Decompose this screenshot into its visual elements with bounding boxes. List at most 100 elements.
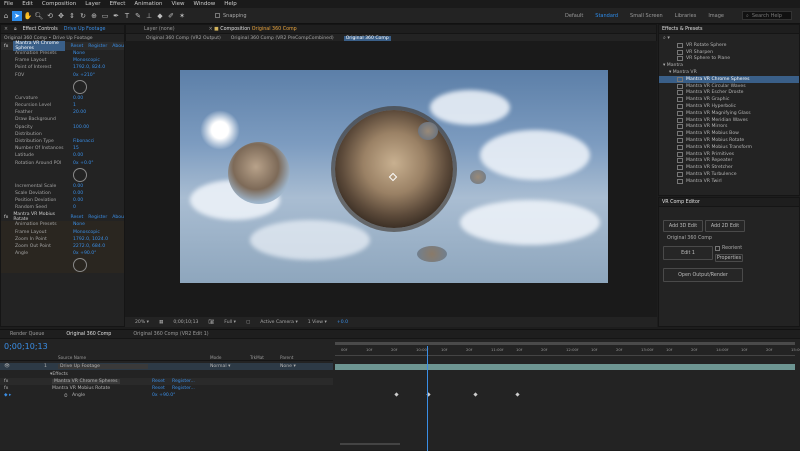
effect-item[interactable]: Mantra VR Graphic (659, 96, 799, 103)
property-row[interactable]: Incremental Scale 0.00 (1, 183, 124, 190)
composition-tab[interactable]: × ■ Composition Original 360 Comp (209, 27, 297, 32)
property-value[interactable]: 2272.0, 684.0 (73, 244, 105, 249)
keyframe[interactable] (394, 392, 399, 397)
property-value[interactable]: 0.00 (73, 191, 83, 196)
keyframe[interactable] (473, 392, 478, 397)
visibility-eye-icon[interactable]: 👁︎ (4, 364, 10, 369)
property-row[interactable]: FOV 0x +210° (1, 72, 124, 79)
effect-header-mobius-rotate[interactable]: fx Mantra VR Mobius Rotate Reset Registe… (1, 212, 124, 222)
effect-header-chrome-spheres[interactable]: fx Mantra VR Chrome Spheres Reset Regist… (1, 41, 124, 51)
dolly-camera-icon[interactable]: ⇕ (67, 11, 77, 21)
resolution-dropdown[interactable]: Full ▾ (224, 320, 236, 325)
property-row[interactable]: Opacity 100.00 (1, 124, 124, 131)
property-value[interactable]: 1792.0, 1024.0 (73, 237, 108, 242)
property-row[interactable]: Point of Interest 1792.0, 824.0 (1, 64, 124, 71)
menu-item[interactable]: Layer (85, 1, 100, 7)
group-mantra[interactable]: ▾ Mantra (659, 62, 799, 69)
search-help-input[interactable]: ⌕ Search Help (742, 11, 792, 20)
timeline-tab[interactable]: Render Queue (10, 332, 44, 337)
effect-item[interactable]: Mantra VR Turbulence (659, 171, 799, 178)
timecode-display[interactable]: 0;00;10;13 (173, 320, 198, 325)
rotation-tool-icon[interactable]: ↻ (78, 11, 88, 21)
reset-link[interactable]: Reset (152, 379, 165, 384)
effect-item[interactable]: Mantra VR Magnifying Glass (659, 110, 799, 117)
property-value[interactable]: 0.00 (73, 198, 83, 203)
layer-row[interactable]: 👁︎ 1 Drive Up Footage Normal ▾ None ▾ (0, 363, 333, 370)
property-row[interactable]: Rotation Around POI 0x +0.0° (1, 159, 124, 166)
property-row[interactable]: Draw Background (1, 116, 124, 123)
brush-tool-icon[interactable]: ✎ (133, 11, 143, 21)
region-icon[interactable]: ▢ (246, 320, 250, 325)
property-value[interactable]: Monoscopic (73, 58, 100, 63)
property-row[interactable]: Zoom Out Point 2272.0, 684.0 (1, 243, 124, 250)
reset-link[interactable]: Reset (70, 215, 83, 220)
camera-dropdown[interactable]: Active Camera ▾ (260, 320, 297, 325)
menu-item[interactable]: Effect (110, 1, 126, 7)
property-row[interactable]: Recursion Level 1 (1, 102, 124, 109)
edit-1-button[interactable]: Edit 1 (663, 246, 713, 260)
subgroup-mantra-vr[interactable]: ▾ Mantra VR (659, 69, 799, 76)
keyframe-nav-icon[interactable]: ◆ ▸ (4, 393, 11, 398)
puppet-tool-icon[interactable]: ✶ (177, 11, 187, 21)
property-value[interactable]: 0x +0.0° (73, 161, 94, 166)
property-value[interactable]: 0 (73, 205, 76, 210)
effect-item[interactable]: Mantra VR Stretcher (659, 164, 799, 171)
property-row[interactable]: Random Seed 0 (1, 204, 124, 211)
property-row[interactable]: Frame Layout Monoscopic (1, 229, 124, 236)
fx-icon[interactable]: fx (4, 386, 8, 391)
property-row[interactable]: Latitude 0.00 (1, 152, 124, 159)
angle-dial[interactable] (73, 258, 87, 273)
lock-icon[interactable]: 🔒︎ (14, 26, 17, 32)
property-row[interactable]: Distribution (1, 131, 124, 138)
effects-group-row[interactable]: ▾ Effects (0, 371, 68, 378)
fx-icon[interactable]: fx (4, 215, 8, 220)
property-row[interactable]: Position Deviation 0.00 (1, 197, 124, 204)
workspace-image[interactable]: Image (708, 13, 724, 19)
effect-item[interactable]: VR Sharpen (659, 49, 799, 56)
reorient-checkbox[interactable]: Reorient (715, 246, 742, 251)
property-row[interactable]: Animation Presets None (1, 221, 124, 228)
timeline-tab[interactable]: Original 360 Comp (VR2 Edit 1) (133, 332, 208, 337)
property-row[interactable]: Animation Presets None (1, 50, 124, 57)
breadcrumb-item[interactable]: Original 360 Comp (VR2 Output) (146, 36, 221, 41)
menu-item[interactable]: Help (224, 1, 237, 7)
angle-property-row[interactable]: ◆ ▸ ⏱ Angle 0x +90.0° (0, 392, 333, 399)
current-time-indicator[interactable] (427, 346, 428, 451)
angle-dial[interactable] (73, 167, 87, 182)
property-value[interactable]: 1 (73, 103, 76, 108)
view-layout-dropdown[interactable]: 1 View ▾ (308, 320, 327, 325)
type-tool-icon[interactable]: T (122, 11, 132, 21)
property-row[interactable]: Distribution Type Fibonacci (1, 138, 124, 145)
work-area-bar[interactable] (335, 342, 795, 345)
fx1-row[interactable]: fx Mantra VR Chrome Spheres Reset Regist… (0, 378, 333, 385)
pan-camera-icon[interactable]: ✥ (56, 11, 66, 21)
timeline-tab[interactable]: Original 360 Comp (66, 332, 111, 337)
effect-item[interactable]: Mantra VR Repeater (659, 158, 799, 165)
grid-icon[interactable]: ▦ (159, 320, 163, 325)
workspace-standard[interactable]: Standard (595, 13, 618, 19)
magnification-dropdown[interactable]: 20% ▾ (135, 320, 149, 325)
menu-item[interactable]: Composition (42, 1, 76, 7)
effect-item[interactable]: Mantra VR Escher Droste (659, 90, 799, 97)
close-icon[interactable]: × (209, 27, 213, 32)
zoom-slider[interactable] (340, 443, 400, 445)
workspace-small-screen[interactable]: Small Screen (630, 13, 663, 19)
register-link[interactable]: Register (88, 44, 107, 49)
effect-controls-tab[interactable]: × 🔒︎ Effect Controls Drive Up Footage (1, 25, 124, 34)
effect-item[interactable]: Mantra VR Twirl (659, 178, 799, 185)
hand-tool-icon[interactable]: ✋ (23, 11, 33, 21)
property-value[interactable]: 15 (73, 146, 79, 151)
property-row[interactable]: Feather 20.00 (1, 109, 124, 116)
property-value[interactable]: 1792.0, 824.0 (73, 65, 105, 70)
menu-item[interactable]: Window (194, 1, 216, 7)
property-row[interactable]: Scale Deviation 0.00 (1, 190, 124, 197)
property-value[interactable]: 0.00 (73, 184, 83, 189)
workspace-libraries[interactable]: Libraries (675, 13, 697, 19)
exposure-value[interactable]: +0.0 (337, 320, 348, 325)
property-value[interactable]: 0.00 (73, 153, 83, 158)
register-link[interactable]: Register (88, 215, 107, 220)
property-value[interactable]: 100.00 (73, 125, 89, 130)
zoom-tool-icon[interactable]: 🔍︎ (34, 11, 44, 21)
home-icon[interactable]: ⌂ (1, 11, 11, 21)
property-value[interactable]: Monoscopic (73, 230, 100, 235)
